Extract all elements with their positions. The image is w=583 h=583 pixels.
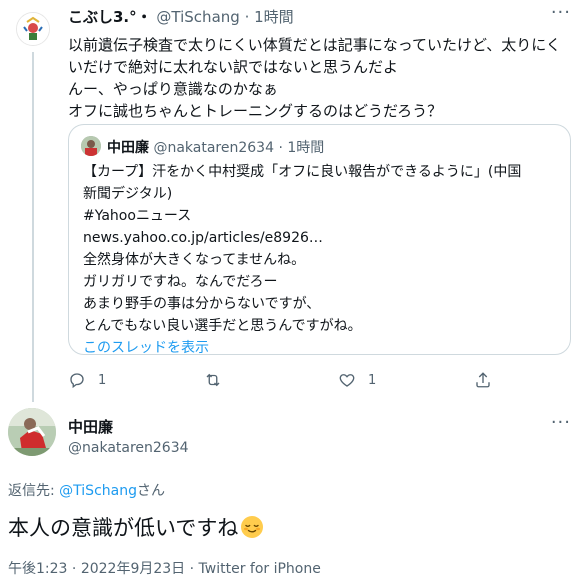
quoted-user-avatar — [81, 136, 101, 156]
retweet-icon — [206, 373, 220, 387]
display-name[interactable]: こぶし3.°・ — [68, 8, 152, 26]
quoted-text-line: #Yahooニュース — [83, 208, 192, 224]
share-icon — [476, 372, 490, 388]
reply-suffix: さん — [136, 483, 165, 499]
reply-button[interactable]: 1 — [68, 368, 106, 392]
user-handle[interactable]: @nakataren2634 — [68, 440, 189, 456]
replied-user-link[interactable]: @TiSchang — [59, 483, 137, 499]
tweet-text-line: 以前遺伝子検査で太りにくい体質だとは記事になっていたけど、太りにく — [68, 36, 561, 54]
thread-connector-line — [32, 52, 34, 402]
quoted-text-line: 新聞デジタル) — [83, 186, 173, 202]
quoted-text-line: あまり野手の事は分からないですが、 — [83, 296, 321, 312]
tweet-meta: 午後1:23 · 2022年9月23日 · Twitter for iPhone — [8, 558, 321, 578]
tweet-time[interactable]: 1時間 — [254, 8, 294, 26]
quoted-text-line: とんでもない良い選手だと思うんですがね。 — [83, 318, 362, 334]
relieved-face-emoji-icon — [241, 516, 264, 538]
tweet-text-line: いだけで絶対に太れない訳ではないと思うんだよ — [68, 58, 399, 76]
quoted-display-name: 中田廉 — [107, 140, 149, 156]
display-name[interactable]: 中田廉 — [68, 416, 113, 437]
dot-separator: · — [244, 8, 250, 26]
user-avatar-nakataren[interactable] — [8, 408, 56, 456]
reply-count: 1 — [98, 372, 107, 388]
share-button[interactable] — [474, 368, 492, 392]
tweet-source[interactable]: Twitter for iPhone — [199, 561, 321, 577]
more-options-icon[interactable]: ··· — [551, 2, 571, 23]
quoted-tweet-header: 中田廉 @nakataren2634 · 1時間 — [107, 137, 324, 157]
show-thread-link[interactable]: このスレッドを表示 — [83, 337, 563, 359]
reply-tweet-text: 本人の意識が低いですね — [8, 512, 264, 542]
tweet-text-line: んー、やっぱり意識なのかなぁ — [68, 80, 278, 98]
like-count: 1 — [368, 372, 377, 388]
quoted-tweet-text: 【カープ】汗をかく中村奨成「オフに良い報告ができるように」(中国 新聞デジタル)… — [83, 161, 563, 359]
tweet-date[interactable]: 2022年9月23日 — [81, 561, 185, 577]
user-handle[interactable]: @TiSchang — [156, 8, 239, 26]
like-button[interactable]: 1 — [338, 368, 376, 392]
tweet-text-line: オフに誠也ちゃんとトレーニングするのはどうだろう？ — [68, 102, 443, 120]
replying-to-line: 返信先: @TiSchangさん — [8, 480, 165, 500]
dot-separator: · — [278, 140, 283, 156]
user-avatar-tischang[interactable] — [16, 12, 50, 46]
meta-separator: · — [67, 561, 81, 577]
quoted-text-line: 【カープ】汗をかく中村奨成「オフに良い報告ができるように」(中国 — [83, 164, 522, 180]
meta-separator: · — [185, 561, 199, 577]
tweet-text: 以前遺伝子検査で太りにくい体質だとは記事になっていたけど、太りにく いだけで絶対… — [68, 34, 568, 122]
quoted-text-line: ガリガリですね。なんでだろー — [83, 274, 278, 290]
quoted-tweet-card[interactable]: 中田廉 @nakataren2634 · 1時間 【カープ】汗をかく中村奨成「オ… — [68, 124, 571, 356]
tweet-header: こぶし3.°・ @TiSchang · 1時間 — [68, 6, 294, 27]
reply-icon — [70, 373, 84, 389]
quoted-text-line: 全然身体が大きくなってませんね。 — [83, 252, 306, 268]
reply-text: 本人の意識が低いですね — [8, 516, 239, 540]
tweet-time[interactable]: 午後1:23 — [8, 561, 67, 577]
more-options-icon[interactable]: ··· — [551, 412, 571, 433]
quoted-tweet-time: 1時間 — [287, 140, 325, 156]
quoted-text-line: news.yahoo.co.jp/articles/e8926… — [83, 230, 323, 246]
reply-prefix: 返信先: — [8, 483, 60, 499]
tweet-action-bar: 1 1 — [68, 368, 568, 392]
heart-icon — [339, 374, 355, 387]
retweet-button[interactable] — [204, 368, 234, 392]
quoted-user-handle: @nakataren2634 — [153, 140, 274, 156]
